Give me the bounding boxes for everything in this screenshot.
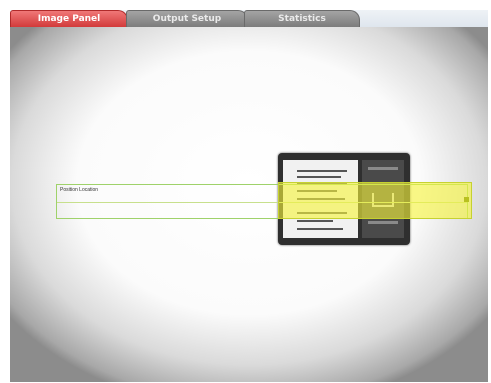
image-panel[interactable]: Position Location bbox=[10, 27, 488, 382]
vision-app: Image Panel Output Setup Statistics Posi… bbox=[0, 0, 491, 383]
tab-bar: Image Panel Output Setup Statistics bbox=[10, 10, 488, 28]
part-mark bbox=[368, 167, 398, 170]
tab-statistics[interactable]: Statistics bbox=[244, 10, 360, 27]
roi-label: Position Location bbox=[60, 187, 99, 193]
part-mark bbox=[368, 221, 398, 224]
tab-image-panel[interactable]: Image Panel bbox=[10, 10, 128, 27]
resize-handle[interactable] bbox=[464, 197, 469, 202]
position-match-highlight[interactable] bbox=[278, 182, 472, 219]
tab-output-setup[interactable]: Output Setup bbox=[126, 10, 248, 27]
